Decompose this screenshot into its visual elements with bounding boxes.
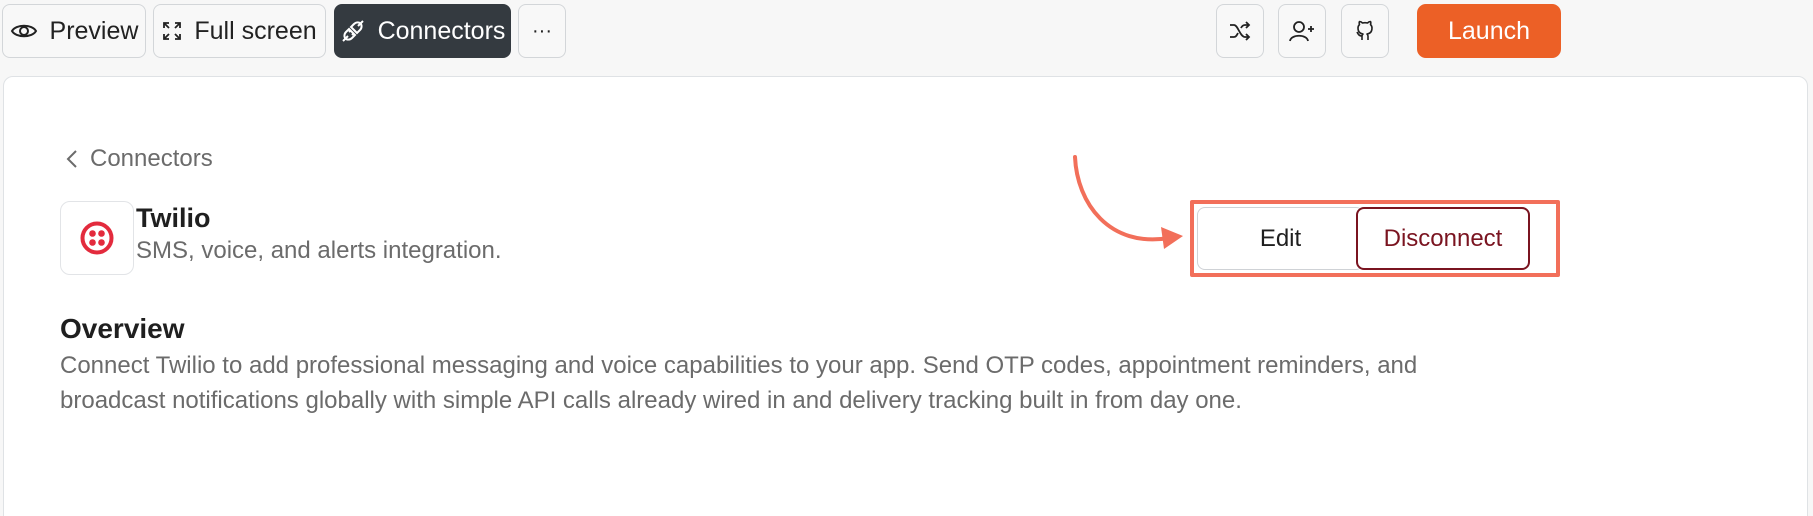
expand-icon (163, 22, 182, 40)
plug-icon (341, 20, 364, 42)
shuffle-button[interactable] (1216, 4, 1264, 58)
connectors-button[interactable]: Connectors (334, 4, 511, 58)
more-icon: ··· (532, 19, 552, 42)
overview-heading: Overview (60, 313, 185, 344)
user-plus-icon (1289, 21, 1314, 42)
top-toolbar: Preview Full screen Connectors ··· Launc… (0, 0, 1813, 62)
edit-label: Edit (1259, 224, 1302, 252)
connector-description: SMS, voice, and alerts integration. (136, 237, 502, 264)
chevron-left-icon (66, 150, 77, 168)
launch-button[interactable]: Launch (1417, 4, 1561, 58)
invite-user-button[interactable] (1278, 4, 1326, 58)
overview-body: Connect Twilio to add professional messa… (60, 352, 1418, 414)
annotation-arrow-icon (1073, 155, 1183, 249)
launch-label: Launch (1447, 16, 1531, 45)
preview-button[interactable]: Preview (2, 4, 146, 58)
disconnect-label: Disconnect (1383, 224, 1503, 252)
more-button[interactable]: ··· (518, 4, 566, 58)
disconnect-button[interactable]: Disconnect (1356, 207, 1530, 270)
edit-button[interactable]: Edit (1197, 207, 1364, 270)
twilio-icon (80, 221, 114, 255)
fullscreen-label: Full screen (194, 16, 317, 45)
eye-icon (10, 24, 37, 38)
shuffle-icon (1230, 21, 1251, 41)
github-icon (1356, 20, 1373, 40)
breadcrumb-label: Connectors (90, 145, 213, 172)
connector-name: Twilio (136, 203, 211, 233)
github-button[interactable] (1341, 4, 1389, 58)
connector-detail-panel: Connectors Twilio SMS, voice, and alerts… (3, 76, 1808, 516)
twilio-logo (60, 201, 134, 275)
breadcrumb[interactable]: Connectors (66, 145, 213, 173)
fullscreen-button[interactable]: Full screen (153, 4, 326, 58)
connectors-label: Connectors (377, 16, 506, 45)
preview-label: Preview (49, 16, 139, 45)
